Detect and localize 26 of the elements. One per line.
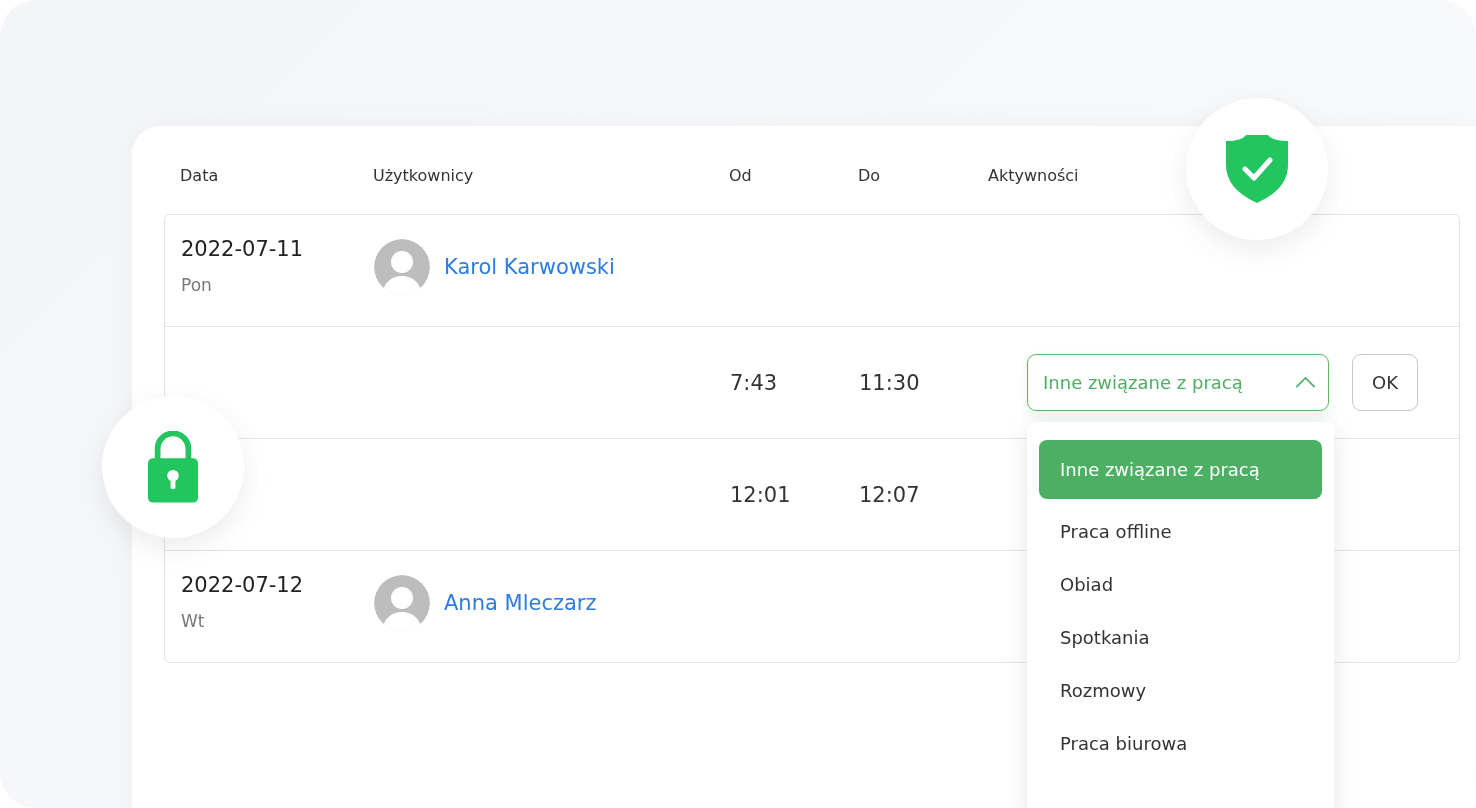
dropdown-option[interactable]: Praca biurowa [1039,717,1322,770]
column-header: Aktywności [988,166,1080,185]
dropdown-option[interactable]: Obiad [1039,558,1322,611]
column-header: Użytkownicy [373,166,475,185]
end-time: 12:07 [859,482,920,507]
caret-icon [1295,377,1316,388]
dropdown-option[interactable]: Spotkania [1039,611,1322,664]
weekday-text: Wt [181,611,206,631]
end-time: 11:30 [859,370,920,395]
ok-button[interactable]: OK [1352,354,1418,411]
dropdown-option[interactable]: Rozmowy [1039,664,1322,717]
start-time: 12:01 [730,482,791,507]
avatar-icon [374,238,430,295]
weekday-text: Pon [181,275,213,295]
date-text: 2022-07-11 [181,237,305,261]
column-header: Od [729,166,753,185]
padlock-icon [148,431,198,503]
column-header: Do [858,166,882,185]
start-time: 7:43 [730,370,778,395]
user-link[interactable]: Anna Mleczarz [444,590,597,615]
user-link[interactable]: Karol Karwowski [444,254,615,279]
shield-check-icon [1226,135,1288,203]
column-header: Data [180,166,220,185]
dropdown-option[interactable]: Praca offline [1039,505,1322,558]
avatar-icon [374,574,430,631]
date-text: 2022-07-12 [181,573,305,597]
